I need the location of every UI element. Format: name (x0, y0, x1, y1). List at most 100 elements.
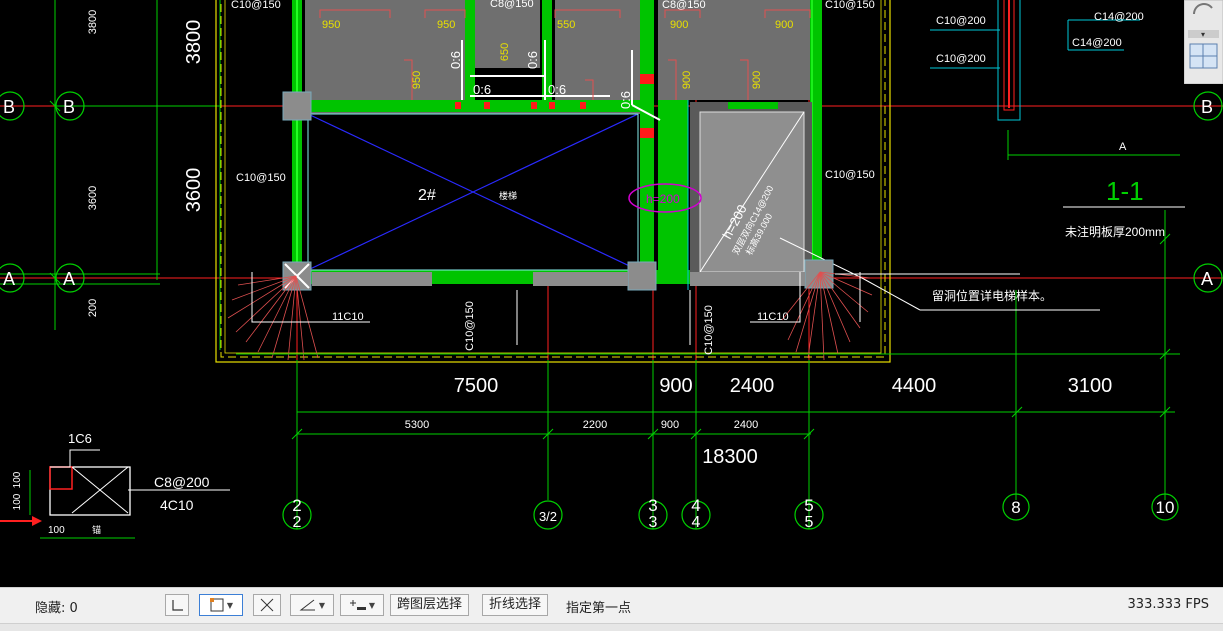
rebar-c8-200: C8@200 (154, 474, 210, 490)
slab-650: 650 (499, 43, 511, 61)
row-label-a: A (63, 269, 75, 289)
rebar-c10-150-b: C10@150 (825, 0, 875, 11)
rebar-11c10-a: 11C10 (332, 311, 364, 323)
bottom-strip (0, 623, 1223, 631)
ortho-icon (172, 600, 183, 611)
rebar-c10-150-d: C10@150 (825, 169, 875, 181)
status-bar: 隐藏: 0 ▼ ▼ ▼ 跨图层选择 折线选择 指定第一点 333.333 FPS (0, 587, 1223, 623)
slope-b: 0:6 (525, 51, 540, 69)
detail-dim-100a: 100 (12, 471, 23, 488)
rebar-c10-150-e: C10@150 (464, 301, 476, 351)
slab-upper-left (305, 0, 465, 100)
col-label-8: 8 (1011, 498, 1020, 517)
rebar-c14-200-a: C14@200 (1094, 11, 1144, 23)
dim-row-3600-small: 3600 (87, 186, 99, 210)
rebar-1c6: 1C6 (68, 431, 92, 446)
fps-readout: 333.333 FPS (1127, 597, 1209, 612)
col-label-5: 5 (804, 496, 813, 515)
col-label-3-sub: 3 (649, 514, 658, 531)
snap-square-icon (209, 598, 224, 612)
chevron-down-icon: ▼ (318, 600, 326, 610)
slope-a: 0:6 (448, 51, 463, 69)
slope-e: 0:6 (618, 91, 633, 109)
ortho-toggle-button[interactable] (165, 594, 189, 616)
col-label-3-2: 3/2 (539, 509, 557, 524)
hidden-count: 隐藏: 0 (35, 601, 78, 616)
col-label-3: 3 (648, 496, 657, 515)
rebar-c10-150-a: C10@150 (231, 0, 281, 11)
col-label-4: 4 (691, 496, 700, 515)
slab-950-a: 950 (322, 19, 340, 31)
snap-mode-button[interactable]: ▼ (199, 594, 243, 616)
rebar-c10-200-a: C10@200 (936, 15, 986, 27)
rebar-4c10: 4C10 (160, 497, 194, 513)
dim-18300: 18300 (702, 446, 758, 468)
slab-900-a: 900 (670, 19, 688, 31)
col-label-2-sub: 2 (293, 514, 302, 531)
section-title: 1-1 (1106, 176, 1144, 206)
section-a: A (1119, 141, 1127, 153)
dim-900-small: 900 (661, 419, 679, 431)
dim-7500: 7500 (454, 375, 499, 397)
slope-c: 0:6 (473, 82, 491, 97)
section-note: 未注明板厚200mm (1065, 224, 1165, 239)
chevron-down-icon: ▼ (368, 600, 376, 610)
dim-2400: 2400 (730, 375, 775, 397)
slab-550: 550 (557, 19, 575, 31)
col-label-4-sub: 4 (692, 514, 701, 531)
rebar-11c10-b: 11C10 (757, 311, 789, 323)
elev-tag: h=200 (646, 192, 680, 206)
dim-2200: 2200 (583, 419, 607, 431)
dim-4400: 4400 (892, 375, 937, 397)
slope-d: 0:6 (548, 82, 566, 97)
detail-dim-100c: 100 (48, 525, 65, 536)
rebar-c14-200-b: C14@200 (1072, 37, 1122, 49)
leader-note: 留洞位置详电梯样本。 (932, 288, 1052, 303)
dim-row-3600: 3600 (183, 168, 205, 213)
row-label-b: B (63, 97, 75, 117)
col-label-2: 2 (292, 496, 301, 515)
lineweight-button[interactable]: ▼ (340, 594, 384, 616)
angle-snap-button[interactable]: ▼ (290, 594, 334, 616)
row-label-b-right: B (1201, 97, 1213, 117)
command-prompt: 指定第一点 (566, 601, 632, 616)
dim-3100: 3100 (1068, 375, 1113, 397)
slab-900-b: 900 (775, 19, 793, 31)
detail-dim-100b: 100 (12, 493, 23, 510)
cross-select-button[interactable] (253, 594, 281, 616)
rebar-c10-150-f: C10@150 (703, 305, 715, 355)
slab-900-c: 900 (681, 71, 693, 89)
dim-2400-small: 2400 (734, 419, 758, 431)
view-cube-widget[interactable]: ▾ (1183, 0, 1223, 85)
col-label-10: 10 (1156, 498, 1175, 517)
room-label-stair: 楼梯 (499, 190, 517, 201)
cross-layer-select-button[interactable]: 跨图层选择 (390, 594, 470, 616)
polyline-select-button[interactable]: 折线选择 (482, 594, 549, 616)
dim-row-3800: 3800 (183, 20, 205, 65)
slab-950-b: 950 (437, 19, 455, 31)
cad-canvas[interactable]: B B A A B A 2 2 3/2 3 3 4 4 5 5 8 10 750… (0, 0, 1223, 587)
row-label-a-right: A (1201, 269, 1213, 289)
col-label-5-sub: 5 (805, 514, 814, 531)
rebar-c10-200-b: C10@200 (936, 53, 986, 65)
dim-row-200-small: 200 (87, 299, 99, 317)
column-a3 (627, 261, 657, 291)
slab-950-c: 950 (411, 71, 423, 89)
row-label-b-left: B (3, 97, 15, 117)
lineweight-icon (349, 600, 366, 610)
slab-900-d: 900 (751, 71, 763, 89)
dim-row-3800-small: 3800 (87, 10, 99, 34)
column-b2 (282, 91, 312, 121)
detail-label: 锚 (92, 524, 101, 535)
dim-5300: 5300 (405, 419, 429, 431)
chevron-down-icon: ▼ (226, 600, 234, 610)
dim-900: 900 (659, 375, 692, 397)
row-label-a-left: A (3, 269, 15, 289)
svg-text:▾: ▾ (1201, 30, 1205, 39)
rebar-c8-150-a: C8@150 (490, 0, 534, 10)
room-label-2: 2# (418, 187, 436, 204)
rebar-c10-150-c: C10@150 (236, 172, 286, 184)
rebar-c8-150-b: C8@150 (662, 0, 706, 11)
angle-icon (299, 599, 315, 611)
cross-icon (260, 598, 274, 612)
